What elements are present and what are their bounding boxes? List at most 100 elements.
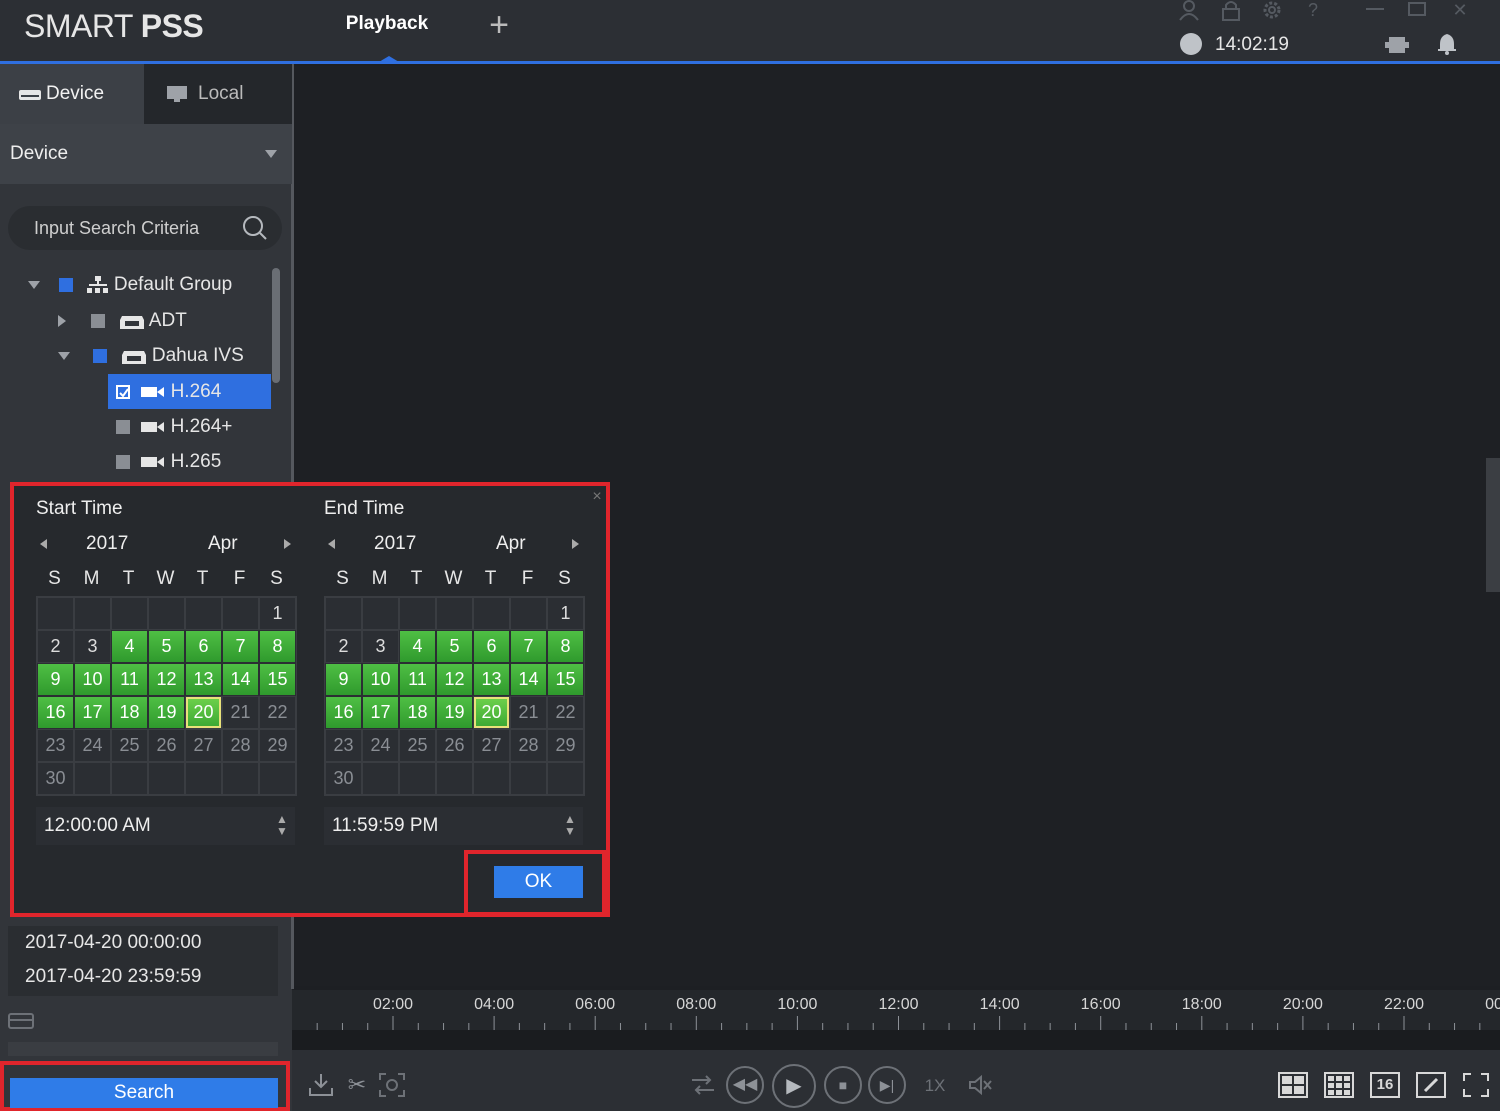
- calendar-day-21[interactable]: 21: [222, 696, 259, 729]
- checkbox[interactable]: [91, 313, 106, 328]
- calendar-day-29[interactable]: 29: [259, 729, 296, 762]
- layout-4-icon[interactable]: [1278, 1072, 1308, 1098]
- calendar-day-21[interactable]: 21: [510, 696, 547, 729]
- calendar-day-26[interactable]: 26: [436, 729, 473, 762]
- tab-local[interactable]: Local: [144, 64, 292, 124]
- calendar-day-4[interactable]: 4: [111, 630, 148, 663]
- checkbox-checked[interactable]: [116, 384, 130, 399]
- calendar-day-17[interactable]: 17: [362, 696, 399, 729]
- calendar-day-13[interactable]: 13: [185, 663, 222, 696]
- clip-icon[interactable]: ✂: [342, 1065, 372, 1105]
- calendar-day-12[interactable]: 12: [436, 663, 473, 696]
- sync-icon[interactable]: [690, 1074, 716, 1096]
- calendar-day-3[interactable]: 3: [74, 630, 111, 663]
- edit-layout-icon[interactable]: [1416, 1072, 1446, 1098]
- timeline[interactable]: 02:00 04:00 06:00 08:00 10:00 12:00 14:00 16:00…: [292, 990, 1500, 1050]
- calendar-day-25[interactable]: 25: [399, 729, 436, 762]
- calendar-day-27[interactable]: 27: [185, 729, 222, 762]
- speed-label[interactable]: 1X: [918, 1066, 952, 1106]
- calendar-day-5[interactable]: 5: [436, 630, 473, 663]
- calendar-day-18[interactable]: 18: [399, 696, 436, 729]
- calendar-day-24[interactable]: 24: [362, 729, 399, 762]
- ok-button[interactable]: OK: [494, 866, 583, 898]
- search-input[interactable]: Input Search Criteria: [8, 206, 282, 250]
- calendar-day-22[interactable]: 22: [259, 696, 296, 729]
- calendar-day-19[interactable]: 19: [436, 696, 473, 729]
- calendar-day-25[interactable]: 25: [111, 729, 148, 762]
- stream-type-select[interactable]: [8, 1042, 278, 1056]
- minimize-icon[interactable]: [1366, 8, 1384, 10]
- tab-device[interactable]: Device: [0, 64, 144, 124]
- expand-icon[interactable]: [28, 280, 40, 289]
- tree-item-h264[interactable]: H.264: [116, 375, 221, 409]
- calendar-day-10[interactable]: 10: [362, 663, 399, 696]
- next-month-icon[interactable]: [284, 539, 291, 549]
- calendar-day-23[interactable]: 23: [37, 729, 74, 762]
- calendar-day-16[interactable]: 16: [37, 696, 74, 729]
- bell-icon[interactable]: [1436, 32, 1458, 56]
- start-time-input[interactable]: 12:00:00 AM ▲ ▼: [36, 807, 295, 845]
- calendar-day-7[interactable]: 7: [510, 630, 547, 663]
- close-window-icon[interactable]: ✕: [1448, 0, 1472, 22]
- start-month[interactable]: Apr: [208, 533, 238, 555]
- lock-icon[interactable]: [1220, 0, 1242, 22]
- stop-button[interactable]: ■: [824, 1066, 862, 1104]
- calendar-day-28[interactable]: 28: [510, 729, 547, 762]
- tree-item-adt[interactable]: ADT: [58, 304, 187, 338]
- checkbox[interactable]: [93, 348, 108, 363]
- calendar-day-8[interactable]: 8: [259, 630, 296, 663]
- gear-icon[interactable]: [1261, 0, 1283, 22]
- calendar-day-11[interactable]: 11: [399, 663, 436, 696]
- calendar-day-24[interactable]: 24: [74, 729, 111, 762]
- search-button[interactable]: Search: [10, 1078, 278, 1108]
- prev-month-icon[interactable]: [40, 539, 47, 549]
- dialog-close-icon[interactable]: ×: [588, 488, 606, 506]
- prev-month-icon[interactable]: [328, 539, 335, 549]
- calendar-day-28[interactable]: 28: [222, 729, 259, 762]
- snapshot-icon[interactable]: [378, 1072, 406, 1098]
- calendar-day-1[interactable]: 1: [259, 597, 296, 630]
- expand-icon[interactable]: [58, 351, 70, 360]
- calendar-day-20[interactable]: 20: [473, 696, 510, 729]
- calendar-day-1[interactable]: 1: [547, 597, 584, 630]
- tree-scrollbar[interactable]: [272, 268, 280, 383]
- tree-item-h264plus[interactable]: H.264+: [116, 410, 232, 444]
- calendar-day-11[interactable]: 11: [111, 663, 148, 696]
- mute-icon[interactable]: [968, 1074, 994, 1096]
- right-panel-toggle[interactable]: [1486, 458, 1500, 592]
- disk-icon[interactable]: [8, 1012, 36, 1030]
- search-icon[interactable]: [242, 215, 268, 241]
- expand-icon[interactable]: [58, 314, 66, 327]
- calendar-day-3[interactable]: 3: [362, 630, 399, 663]
- next-frame-button[interactable]: ▶|: [868, 1066, 906, 1104]
- calendar-day-30[interactable]: 30: [325, 762, 362, 795]
- calendar-day-14[interactable]: 14: [510, 663, 547, 696]
- calendar-day-9[interactable]: 9: [325, 663, 362, 696]
- tree-item-dahua-ivs[interactable]: Dahua IVS: [58, 339, 244, 373]
- calendar-day-18[interactable]: 18: [111, 696, 148, 729]
- calendar-day-4[interactable]: 4: [399, 630, 436, 663]
- checkbox[interactable]: [116, 454, 130, 469]
- maximize-icon[interactable]: [1408, 2, 1426, 16]
- calendar-day-10[interactable]: 10: [74, 663, 111, 696]
- calendar-day-20[interactable]: 20: [185, 696, 222, 729]
- fullscreen-icon[interactable]: [1462, 1072, 1490, 1098]
- layout-16-button[interactable]: 16: [1370, 1072, 1400, 1098]
- calendar-day-17[interactable]: 17: [74, 696, 111, 729]
- calendar-day-6[interactable]: 6: [473, 630, 510, 663]
- start-year[interactable]: 2017: [86, 533, 128, 555]
- checkbox[interactable]: [116, 419, 130, 434]
- calendar-day-9[interactable]: 9: [37, 663, 74, 696]
- timeline-track[interactable]: [292, 1030, 1500, 1050]
- end-year[interactable]: 2017: [374, 533, 416, 555]
- calendar-day-19[interactable]: 19: [148, 696, 185, 729]
- calendar-day-13[interactable]: 13: [473, 663, 510, 696]
- calendar-day-27[interactable]: 27: [473, 729, 510, 762]
- calendar-day-2[interactable]: 2: [325, 630, 362, 663]
- download-icon[interactable]: [308, 1072, 334, 1098]
- add-tab-icon[interactable]: +: [482, 8, 516, 44]
- tree-item-h265[interactable]: H.265: [116, 445, 221, 479]
- play-button[interactable]: ▶: [772, 1064, 816, 1108]
- device-select[interactable]: Device: [0, 124, 292, 184]
- time-spinner-icon[interactable]: ▲ ▼: [276, 813, 288, 837]
